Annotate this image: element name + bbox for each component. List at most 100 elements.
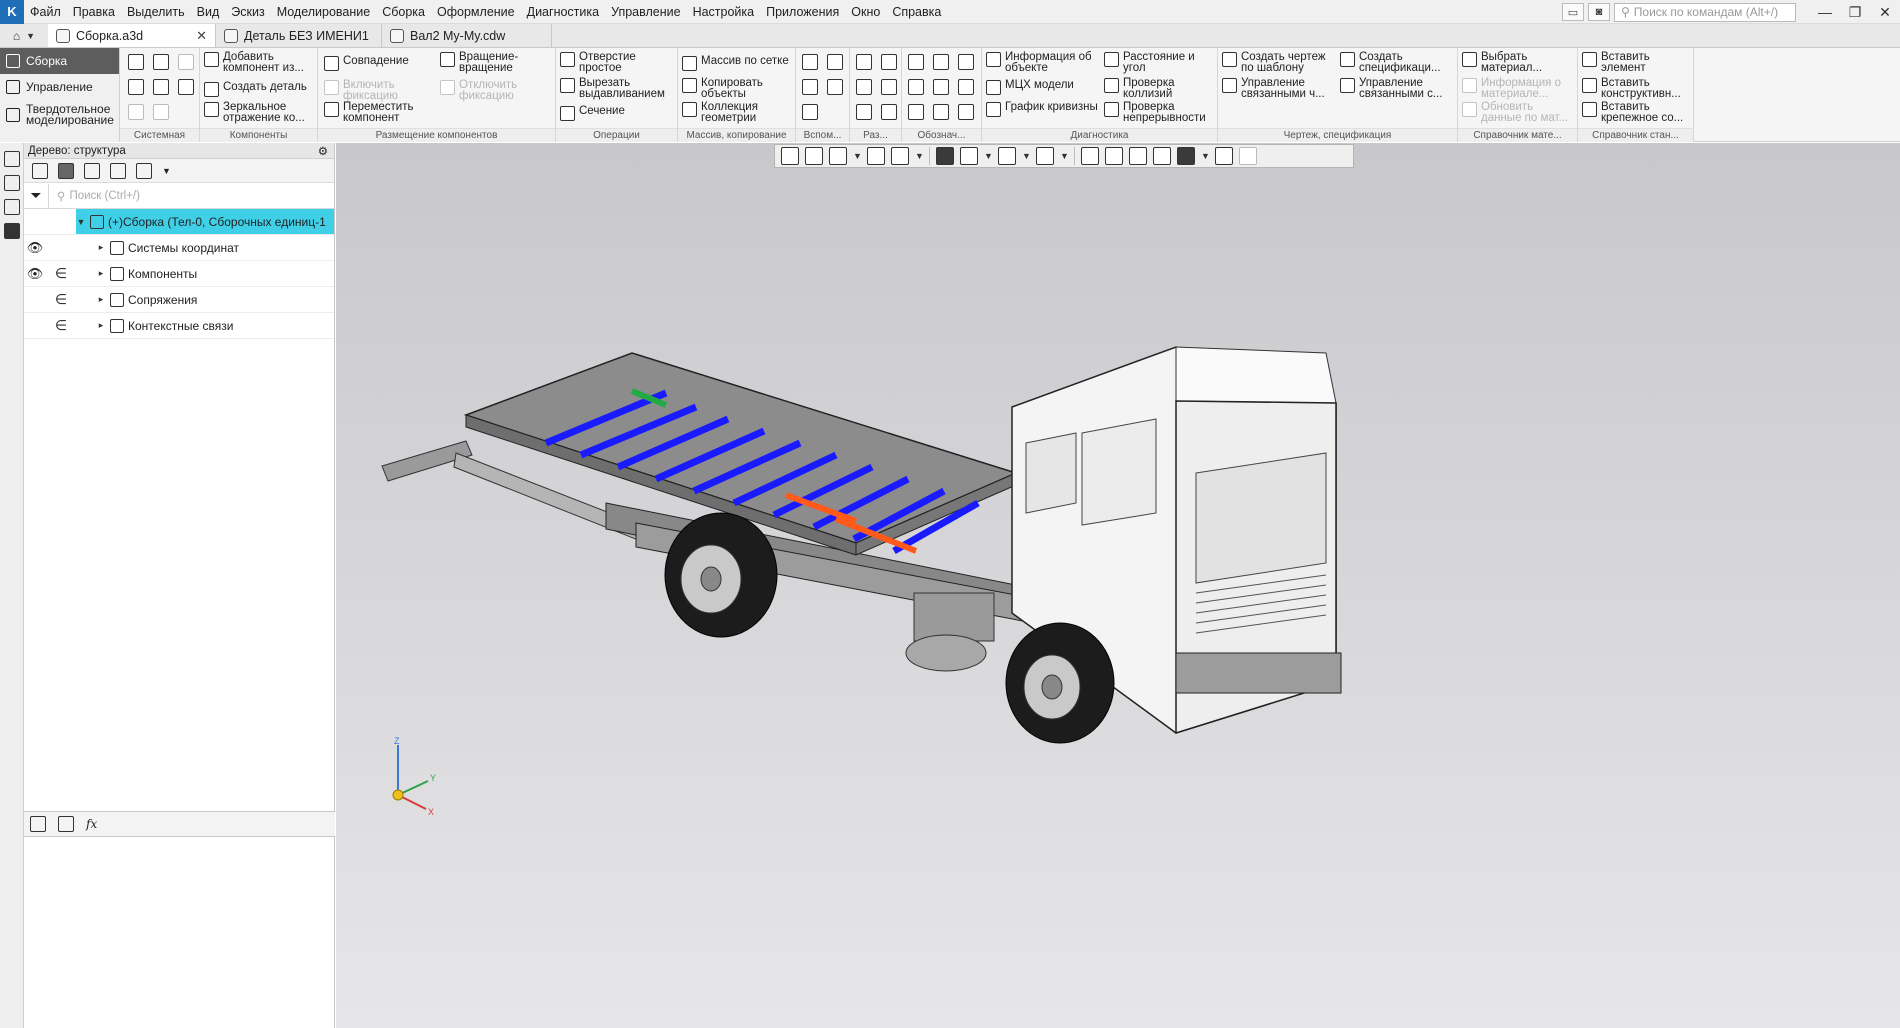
plane-icon[interactable]	[802, 54, 818, 70]
section-button[interactable]: Сечение	[560, 105, 674, 121]
ribbon-tab-solid-modeling[interactable]: Твердотельное моделирование	[0, 100, 119, 130]
ribbon-tab-management[interactable]: Управление	[0, 74, 119, 100]
menu-help[interactable]: Справка	[886, 5, 947, 19]
menu-window[interactable]: Окно	[845, 5, 886, 19]
tree-options-icon[interactable]	[136, 162, 152, 179]
tree-row-coordinate-systems[interactable]: 👁 ▸ Системы координат	[24, 235, 334, 261]
insert-element-button[interactable]: Вставить элемент	[1582, 51, 1692, 74]
grid-array-button[interactable]: Массив по сетке	[682, 55, 794, 71]
line-icon[interactable]	[802, 79, 818, 95]
tree-row-components[interactable]: 👁 ∈ ▸ Компоненты	[24, 261, 334, 287]
base-icon[interactable]	[933, 54, 949, 70]
arrow-icon[interactable]	[933, 104, 949, 120]
material-info-button[interactable]: Информация о материале...	[1462, 77, 1576, 100]
menu-management[interactable]: Управление	[605, 5, 687, 19]
tree-tab-icon[interactable]	[30, 816, 46, 832]
close-button[interactable]: ✕	[1870, 0, 1900, 24]
manage-specs-button[interactable]: Управление связанными с...	[1340, 77, 1456, 100]
diameter-size-icon[interactable]	[881, 79, 897, 95]
save-all-icon[interactable]	[178, 79, 194, 95]
radial-size-icon[interactable]	[856, 79, 872, 95]
curve-icon[interactable]	[802, 104, 818, 120]
menu-edit[interactable]: Правка	[67, 5, 121, 19]
3d-viewport[interactable]: ▼ ▼ ▼ ▼ ▼ ▼ Z Y X	[336, 143, 1900, 1028]
manage-drawings-button[interactable]: Управление связанными ч...	[1222, 77, 1340, 100]
save-icon[interactable]	[178, 54, 194, 70]
move-component-button[interactable]: Переместить компонент	[324, 101, 436, 124]
tree-row-mates[interactable]: ∈ ▸ Сопряжения	[24, 287, 334, 313]
menu-design[interactable]: Оформление	[431, 5, 521, 19]
create-part-button[interactable]: Создать деталь	[204, 81, 316, 97]
restore-button[interactable]: ❐	[1840, 0, 1870, 24]
command-search-input[interactable]: ⚲ Поиск по командам (Alt+/)	[1614, 2, 1796, 22]
home-tab[interactable]: ⌂ ▼	[0, 24, 48, 47]
weld-icon[interactable]	[958, 79, 974, 95]
variables-tab-icon[interactable]: fx	[86, 817, 97, 831]
menu-sketch[interactable]: Эскиз	[225, 5, 270, 19]
insert-fastener-button[interactable]: Вставить крепежное со...	[1582, 101, 1692, 124]
gear-icon[interactable]: ⚙	[318, 144, 328, 158]
tab-drawing[interactable]: Вал2 My-My.cdw	[382, 24, 552, 47]
caret-right-icon[interactable]: ▸	[96, 268, 106, 279]
tree-search-input[interactable]: ⚲ Поиск (Ctrl+/)	[48, 183, 334, 208]
geometry-collection-button[interactable]: Коллекция геометрии	[682, 101, 794, 124]
menu-select[interactable]: Выделить	[121, 5, 191, 19]
create-spec-button[interactable]: Создать спецификаци...	[1340, 51, 1456, 74]
ribbon-tab-assembly[interactable]: Сборка	[0, 48, 119, 74]
distance-angle-button[interactable]: Расстояние и угол	[1104, 51, 1216, 74]
leader-icon[interactable]	[908, 54, 924, 70]
curvature-graph-button[interactable]: График кривизны	[986, 101, 1104, 117]
tree-components-icon[interactable]	[84, 162, 100, 179]
menu-apps[interactable]: Приложения	[760, 5, 845, 19]
truck-model[interactable]	[336, 143, 1900, 1028]
point-icon[interactable]	[827, 79, 843, 95]
eye-icon[interactable]: 👁	[24, 266, 46, 282]
collision-check-button[interactable]: Проверка коллизий	[1104, 77, 1216, 100]
text-icon[interactable]	[958, 104, 974, 120]
chevron-down-icon[interactable]: ▼	[162, 166, 171, 176]
continuity-check-button[interactable]: Проверка непрерывности	[1104, 101, 1216, 124]
minimize-button[interactable]: —	[1810, 0, 1840, 24]
simple-hole-button[interactable]: Отверстие простое	[560, 51, 674, 74]
close-icon[interactable]: ✕	[196, 28, 207, 44]
enable-fix-button[interactable]: Включить фиксацию	[324, 79, 436, 102]
roughness-icon[interactable]	[958, 54, 974, 70]
redo-icon[interactable]	[153, 104, 169, 120]
axis-icon[interactable]	[827, 54, 843, 70]
tab-part[interactable]: Деталь БЕЗ ИМЕНИ1	[216, 24, 382, 47]
caret-down-icon[interactable]: ▼	[76, 217, 86, 227]
include-icon[interactable]: ∈	[46, 317, 76, 334]
tree-icon[interactable]	[3, 151, 20, 167]
preview-icon[interactable]	[153, 79, 169, 95]
include-icon[interactable]: ∈	[46, 265, 76, 282]
coincidence-button[interactable]: Совпадение	[324, 55, 436, 71]
caret-right-icon[interactable]: ▸	[96, 294, 106, 305]
chevron-down-icon[interactable]: ▼	[26, 31, 35, 41]
mass-props-button[interactable]: МЦХ модели	[986, 79, 1104, 95]
tolerance-icon[interactable]	[908, 79, 924, 95]
linear-size-icon[interactable]	[856, 54, 872, 70]
include-icon[interactable]: ∈	[46, 291, 76, 308]
mark-icon[interactable]	[908, 104, 924, 120]
choose-material-button[interactable]: Выбрать материал...	[1462, 51, 1576, 74]
app-logo-icon[interactable]: K	[0, 0, 24, 24]
insert-structural-button[interactable]: Вставить конструктивн...	[1582, 77, 1692, 100]
layers-icon[interactable]	[3, 223, 20, 239]
properties-icon[interactable]	[3, 175, 20, 191]
properties-tab-icon[interactable]	[58, 816, 74, 832]
tree-row-context-links[interactable]: ∈ ▸ Контекстные связи	[24, 313, 334, 339]
new-document-icon[interactable]	[128, 54, 144, 70]
menu-file[interactable]: Файл	[24, 5, 67, 19]
print-icon[interactable]	[128, 79, 144, 95]
tree-structure-icon[interactable]	[32, 162, 48, 179]
caret-right-icon[interactable]: ▸	[96, 320, 106, 331]
object-info-button[interactable]: Информация об объекте	[986, 51, 1104, 74]
menu-modeling[interactable]: Моделирование	[271, 5, 377, 19]
layout-icon[interactable]: ▭	[1562, 3, 1584, 21]
angular-size-icon[interactable]	[881, 54, 897, 70]
undo-icon[interactable]	[128, 104, 144, 120]
add-component-button[interactable]: Добавить компонент из...	[204, 51, 316, 74]
copy-objects-button[interactable]: Копировать объекты	[682, 77, 794, 100]
update-material-button[interactable]: Обновить данные по мат...	[1462, 101, 1576, 124]
disable-fix-button[interactable]: Отключить фиксацию	[440, 79, 552, 102]
